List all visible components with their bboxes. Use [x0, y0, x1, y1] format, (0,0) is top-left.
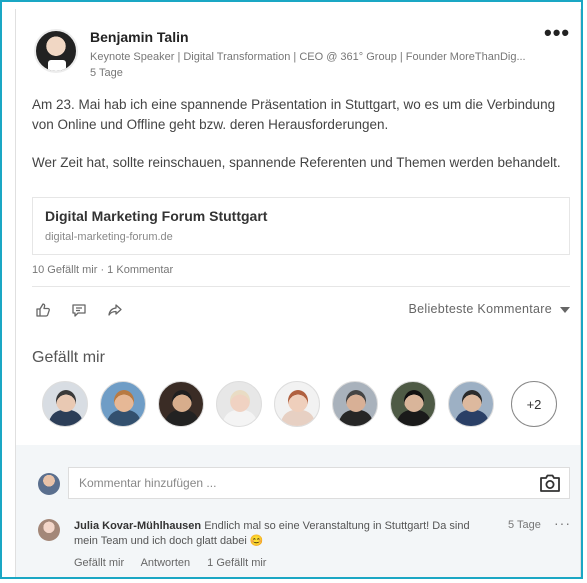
- author-headline: Keynote Speaker | Digital Transformation…: [90, 51, 526, 63]
- share-icon[interactable]: [104, 299, 126, 321]
- sort-label: Beliebteste Kommentare: [408, 302, 552, 316]
- post-body: Am 23. Mai hab ich eine spannende Präsen…: [32, 95, 570, 191]
- liker-avatar[interactable]: [42, 381, 88, 427]
- comment-actions: Gefällt mir Antworten 1 Gefällt mir: [74, 557, 280, 569]
- comment-box[interactable]: [68, 467, 570, 499]
- liker-avatar[interactable]: [390, 381, 436, 427]
- liker-avatar[interactable]: [100, 381, 146, 427]
- more-likers-button[interactable]: +2: [511, 381, 557, 427]
- link-title[interactable]: Digital Marketing Forum Stuttgart: [45, 208, 267, 224]
- post-paragraph: Am 23. Mai hab ich eine spannende Präsen…: [32, 97, 556, 132]
- author-avatar[interactable]: [34, 29, 78, 73]
- liker-avatar[interactable]: [158, 381, 204, 427]
- liker-avatar[interactable]: [274, 381, 320, 427]
- thumbs-up-icon[interactable]: [32, 299, 54, 321]
- post-menu-button[interactable]: •••: [544, 22, 570, 44]
- likes-section-title: Gefällt mir: [32, 349, 105, 366]
- sort-comments-dropdown[interactable]: Beliebteste Kommentare: [409, 302, 570, 316]
- comment-input[interactable]: [69, 468, 549, 498]
- post-header: Benjamin Talin Keynote Speaker | Digital…: [34, 22, 574, 91]
- divider: [32, 286, 570, 287]
- camera-icon[interactable]: [539, 473, 561, 493]
- commenter-avatar[interactable]: [38, 519, 60, 541]
- social-counts[interactable]: 10 Gefällt mir · 1 Kommentar: [32, 264, 173, 276]
- likers-list: +2: [42, 381, 562, 431]
- comment-icon[interactable]: [68, 299, 90, 321]
- post-actions: Beliebteste Kommentare: [32, 299, 570, 325]
- current-user-avatar: [38, 473, 60, 495]
- commenter-name[interactable]: Julia Kovar-Mühlhausen: [74, 520, 201, 532]
- comments-section: Julia Kovar-Mühlhausen Endlich mal so ei…: [16, 445, 580, 577]
- post-age: 5 Tage: [90, 67, 123, 79]
- post-paragraph: Wer Zeit hat, sollte reinschauen, spanne…: [32, 155, 561, 170]
- link-preview[interactable]: Digital Marketing Forum Stuttgart digita…: [32, 197, 570, 255]
- comment-reply-button[interactable]: Antworten: [141, 557, 191, 569]
- comment-like-count: 1 Gefällt mir: [207, 557, 267, 569]
- liker-avatar[interactable]: [332, 381, 378, 427]
- comment-like-button[interactable]: Gefällt mir: [74, 557, 124, 569]
- feed-post-card: Benjamin Talin Keynote Speaker | Digital…: [15, 9, 581, 577]
- comment-time: 5 Tage: [508, 519, 541, 531]
- link-domain: digital-marketing-forum.de: [45, 231, 173, 243]
- comment-item: Julia Kovar-Mühlhausen Endlich mal so ei…: [34, 515, 574, 575]
- liker-avatar[interactable]: [448, 381, 494, 427]
- caret-down-icon: [560, 302, 570, 316]
- comment-text: Julia Kovar-Mühlhausen Endlich mal so ei…: [74, 519, 474, 549]
- author-name[interactable]: Benjamin Talin: [90, 29, 189, 45]
- liker-avatar[interactable]: [216, 381, 262, 427]
- comment-menu-button[interactable]: ···: [554, 515, 571, 531]
